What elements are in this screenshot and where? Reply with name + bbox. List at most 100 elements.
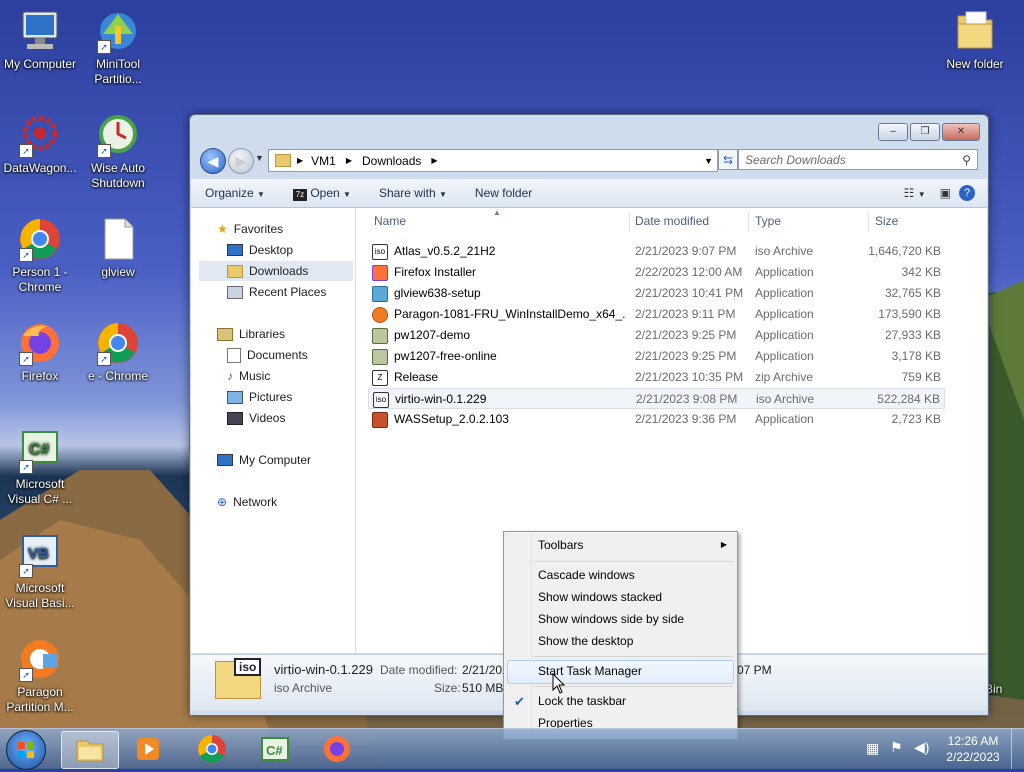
- nav-pictures[interactable]: Pictures: [227, 387, 292, 407]
- shortcut-arrow-icon: ➚: [19, 668, 33, 682]
- address-bar[interactable]: ▶ VM1 ▶ Downloads ▶ ▼: [268, 149, 718, 172]
- search-placeholder: Search Downloads: [745, 153, 846, 167]
- tray-flag-icon[interactable]: ⚑: [890, 739, 903, 756]
- file-row[interactable]: pw1207-free-online 2/21/2023 9:25 PM App…: [368, 346, 945, 367]
- nav-favorites[interactable]: ★ Favorites: [217, 219, 283, 239]
- details-date-tail: 07 PM: [737, 663, 772, 677]
- nav-my-computer[interactable]: My Computer: [217, 450, 311, 470]
- address-row: ◀ ▶ ▼ ▶ VM1 ▶ Downloads ▶ ▼ ⇆ Search Dow…: [198, 147, 980, 174]
- column-header-name[interactable]: Name: [374, 214, 406, 232]
- refresh-button[interactable]: ⇆: [718, 149, 738, 170]
- minimize-button[interactable]: –: [878, 123, 908, 141]
- nav-downloads[interactable]: Downloads: [199, 261, 353, 281]
- breadcrumb-vm1[interactable]: VM1: [311, 154, 336, 168]
- menu-item-show-windows-side-by-side[interactable]: Show windows side by side: [538, 608, 684, 630]
- file-name: pw1207-demo: [394, 328, 471, 342]
- file-row[interactable]: Paragon-1081-FRU_WinInstallDemo_x64_... …: [368, 304, 945, 325]
- taskbar-explorer-button[interactable]: [61, 731, 119, 769]
- menu-item-cascade-windows[interactable]: Cascade windows: [538, 564, 635, 586]
- desktop-icon-label: New folder: [946, 57, 1004, 71]
- wise-shutdown-icon: ➚: [95, 112, 141, 158]
- desktop-icon-person1-chrome[interactable]: ➚ Person 1 - Chrome: [0, 216, 80, 295]
- nav-label: My Computer: [239, 453, 312, 467]
- nav-label: Libraries: [239, 327, 286, 341]
- desktop-icon-firefox[interactable]: ➚ Firefox: [0, 320, 80, 384]
- file-row[interactable]: Z Release 2/21/2023 10:35 PM zip Archive…: [368, 367, 945, 388]
- forward-button[interactable]: ▶: [228, 148, 254, 174]
- search-input[interactable]: Search Downloads ⚲: [738, 149, 978, 170]
- start-button[interactable]: [6, 730, 46, 770]
- nav-documents[interactable]: Documents: [227, 345, 308, 365]
- folder-icon: [275, 154, 291, 167]
- file-row[interactable]: glview638-setup 2/21/2023 10:41 PM Appli…: [368, 283, 945, 304]
- details-file-icon: iso: [215, 658, 262, 699]
- open-label: Open: [310, 185, 340, 200]
- preview-pane-button[interactable]: ▣: [932, 186, 959, 200]
- file-row[interactable]: iso Atlas_v0.5.2_21H2 2/21/2023 9:07 PM …: [368, 241, 945, 262]
- column-header-size[interactable]: Size: [875, 214, 898, 232]
- file-row[interactable]: Firefox Installer 2/22/2023 12:00 AM App…: [368, 262, 945, 283]
- file-type: Application: [755, 349, 814, 363]
- search-icon: ⚲: [962, 153, 971, 167]
- file-date: 2/21/2023 10:41 PM: [635, 286, 744, 300]
- desktop-icon-my-computer[interactable]: My Computer: [0, 8, 80, 72]
- desktop-icon-visual-csharp[interactable]: C# ➚ Microsoft Visual C# ...: [0, 428, 80, 507]
- details-file-name: virtio-win-0.1.229: [274, 662, 373, 677]
- nav-libraries[interactable]: Libraries: [217, 324, 285, 344]
- desktop-icon-wise-auto-shutdown[interactable]: ➚ Wise Auto Shutdown: [78, 112, 158, 191]
- file-row[interactable]: WASSetup_2.0.2.103 2/21/2023 9:36 PM App…: [368, 409, 945, 430]
- desktop-icon-visual-basic[interactable]: VB ➚ Microsoft Visual Basi...: [0, 532, 80, 611]
- view-options-button[interactable]: ☷ ▼: [898, 186, 932, 200]
- breadcrumb-downloads[interactable]: Downloads: [362, 154, 421, 168]
- desktop-icon-paragon[interactable]: ➚ Paragon Partition M...: [0, 636, 80, 715]
- nav-desktop[interactable]: Desktop: [227, 240, 293, 260]
- open-button[interactable]: 7z Open ▼: [279, 186, 365, 201]
- nav-network[interactable]: ⊕ Network: [217, 492, 277, 512]
- file-row[interactable]: pw1207-demo 2/21/2023 9:25 PM Applicatio…: [368, 325, 945, 346]
- desktop-icon-datawagon[interactable]: ➚ DataWagon...: [0, 112, 80, 176]
- title-bar[interactable]: [190, 115, 988, 145]
- desktop-icon-glview[interactable]: glview: [78, 216, 158, 280]
- menu-item-toolbars[interactable]: Toolbars: [538, 534, 583, 556]
- nav-recent-places[interactable]: Recent Places: [227, 282, 326, 302]
- desktop-icon-e-chrome[interactable]: ➚ e - Chrome: [78, 320, 158, 384]
- column-header-date[interactable]: Date modified: [635, 214, 709, 232]
- desktop-icon-minitool[interactable]: ➚ MiniTool Partitio...: [78, 8, 158, 87]
- nav-label: Pictures: [249, 390, 293, 404]
- recent-pages-dropdown[interactable]: ▼: [255, 153, 264, 163]
- taskbar-chrome-button[interactable]: [184, 731, 240, 767]
- new-folder-button[interactable]: New folder: [461, 186, 546, 200]
- file-row-selected[interactable]: iso virtio-win-0.1.229 2/21/2023 9:08 PM…: [368, 388, 945, 409]
- desktop-icon-label: MiniTool Partitio...: [94, 57, 142, 86]
- shortcut-arrow-icon: ➚: [19, 144, 33, 158]
- help-button[interactable]: ?: [959, 185, 975, 201]
- tray-network-icon[interactable]: ▦: [866, 740, 879, 757]
- clock[interactable]: 12:26 AM 2/22/2023: [940, 733, 1006, 765]
- menu-item-show-windows-stacked[interactable]: Show windows stacked: [538, 586, 662, 608]
- taskbar-visual-csharp-button[interactable]: C#: [247, 731, 303, 767]
- taskbar-media-player-button[interactable]: [120, 731, 176, 767]
- chevron-down-icon: ▼: [438, 190, 447, 199]
- show-desktop-button[interactable]: [1011, 729, 1024, 769]
- share-with-button[interactable]: Share with ▼: [365, 186, 461, 200]
- desktop-icon-label: e - Chrome: [87, 369, 149, 383]
- menu-item-show-desktop[interactable]: Show the desktop: [538, 630, 633, 652]
- file-type: Application: [755, 307, 814, 321]
- close-button[interactable]: ✕: [942, 123, 980, 141]
- nav-videos[interactable]: Videos: [227, 408, 285, 428]
- nav-music[interactable]: ♪ Music: [227, 366, 270, 386]
- taskbar-firefox-button[interactable]: [309, 731, 365, 767]
- maximize-button[interactable]: ❐: [910, 123, 940, 141]
- back-button[interactable]: ◀: [200, 148, 226, 174]
- organize-button[interactable]: Organize ▼: [191, 186, 279, 200]
- chrome-icon: ➚: [95, 320, 141, 366]
- desktop-icon-new-folder[interactable]: New folder: [935, 8, 1015, 72]
- desktop-icon-label: Person 1 - Chrome: [12, 265, 68, 294]
- column-header-type[interactable]: Type: [755, 214, 781, 232]
- mouse-cursor-icon: [552, 673, 566, 694]
- address-dropdown-icon[interactable]: ▼: [704, 156, 717, 166]
- nav-label: Downloads: [249, 264, 309, 278]
- tray-volume-icon[interactable]: ◀): [914, 739, 929, 756]
- file-name: virtio-win-0.1.229: [395, 392, 487, 406]
- file-name: WASSetup_2.0.2.103: [394, 412, 509, 426]
